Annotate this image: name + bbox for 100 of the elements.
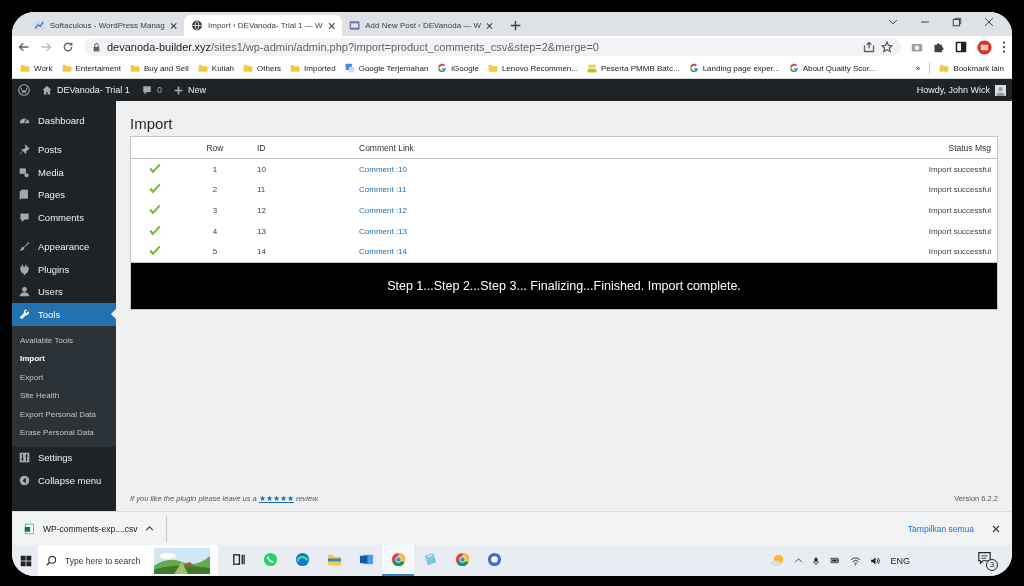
avatar-icon [995, 84, 1006, 96]
comment-link[interactable]: Comment :11 [359, 185, 407, 195]
chevron-up-icon [794, 556, 804, 565]
site-name-link[interactable]: DEVanoda- Trial 1 [42, 85, 130, 95]
language-indicator[interactable]: ENG [890, 555, 910, 566]
menu-item[interactable]: Media [12, 161, 116, 184]
menu-item[interactable]: Settings [12, 446, 116, 469]
address-field[interactable]: devanoda-builder.xyz/sites1/wp-admin/admin.php?import=product_comments_csv&step=2&merge=0 [84, 38, 901, 56]
folder-icon [61, 63, 72, 73]
download-item[interactable]: WP-comments-exp....csv [43, 523, 138, 534]
search-field[interactable]: Type here to search [38, 545, 218, 576]
comment-link[interactable]: Comment :10 [359, 164, 408, 174]
wordpress-logo-icon [18, 84, 30, 96]
table-cell: 11 [251, 179, 353, 201]
media-icon [19, 166, 30, 178]
bookmark[interactable]: iGoogle [437, 63, 479, 73]
user-icon [19, 286, 30, 298]
home-icon [42, 85, 52, 95]
table-cell: Import successful [657, 158, 998, 180]
more-bookmarks-button[interactable]: » [915, 63, 921, 73]
notepad-icon [422, 552, 438, 567]
browser-tab[interactable]: Import ‹ DEVanoda- Trial 1 — W [184, 15, 342, 36]
bookmark[interactable]: Peserta PMMB Batc... [586, 63, 680, 73]
menu-item[interactable]: Tools [12, 303, 116, 326]
share-icon [863, 41, 875, 53]
bookmark[interactable]: About Quality Scor... [788, 63, 876, 73]
menu-item[interactable]: Appearance [12, 235, 116, 258]
ring-icon [454, 552, 470, 567]
folder-icon [197, 63, 208, 73]
bookmark[interactable]: Entertaiment [61, 63, 121, 73]
bookmark[interactable]: Others [243, 63, 282, 73]
chat-bubble-icon [262, 552, 278, 567]
menu-item[interactable]: Comments [12, 206, 116, 229]
bookmark[interactable]: Landing page exper... [688, 63, 780, 73]
close-icon [992, 524, 1000, 533]
folder-icon [326, 552, 342, 567]
folder-icon [939, 63, 950, 73]
menu-item[interactable]: Users [12, 280, 116, 303]
table-cell: Import successful [657, 179, 998, 201]
menu-item[interactable]: Collapse menu [12, 469, 116, 492]
chevron-up-icon [145, 524, 155, 533]
table-cell: 13 [251, 220, 353, 242]
wave-circle-icon [294, 552, 310, 567]
comments-link[interactable]: 0 [141, 85, 162, 95]
submenu-item[interactable]: Export Personal Data [12, 405, 116, 424]
browser-tab[interactable]: Softaculous - WordPress Manag [26, 15, 184, 36]
comment-link[interactable]: Comment :12 [359, 206, 408, 215]
wifi-icon [850, 555, 862, 566]
back-icon [18, 41, 30, 53]
table-cell: 10 [251, 158, 353, 180]
page-title: Import [130, 115, 174, 132]
submenu-item[interactable]: Export [12, 368, 116, 387]
menu-item[interactable]: Posts [12, 138, 116, 161]
plug-icon [19, 263, 30, 275]
notification-button[interactable]: 3 [978, 550, 998, 571]
star-icon [881, 41, 893, 53]
bookmark[interactable]: Lenovo Recommen... [487, 63, 578, 73]
url-text: devanoda-builder.xyz/sites1/wp-admin/admin.php?import=product_comments_csv&step=2&merge=0 [107, 41, 599, 53]
menu-item[interactable]: Dashboard [12, 109, 116, 132]
bookmark-folder[interactable]: Bookmark lain [939, 63, 1004, 73]
submenu-item[interactable]: Erase Personal Data [12, 424, 116, 443]
comment-link[interactable]: Comment :14 [359, 247, 408, 257]
speech-bubble-icon [141, 85, 152, 95]
table-cell: 12 [251, 200, 353, 221]
translate-icon [344, 63, 355, 73]
table-cell: 1 [179, 158, 251, 180]
column-header: Comment Link [353, 136, 658, 159]
menu-item[interactable]: Pages [12, 183, 116, 206]
bookmark[interactable]: Work [20, 63, 53, 73]
bookmark[interactable]: Kuliah [197, 63, 235, 73]
speech-bubble-icon [19, 211, 30, 223]
message-icon [978, 550, 991, 564]
table-cell: 2 [179, 179, 251, 201]
bookmark[interactable]: Imported [290, 63, 336, 73]
battery-icon [829, 556, 842, 565]
restore-icon [952, 17, 962, 27]
show-all-link[interactable]: Tampilkan semua [907, 523, 974, 534]
new-content-link[interactable]: New [173, 85, 206, 95]
taskbar-app[interactable] [382, 545, 414, 576]
column-header: Row [179, 136, 251, 159]
table-cell: 5 [179, 241, 251, 263]
account-menu[interactable]: Howdy, John Wick [916, 84, 1006, 96]
close-icon [486, 21, 493, 30]
comment-link[interactable]: Comment :13 [359, 226, 408, 236]
submenu-item[interactable]: Import [12, 350, 116, 369]
table-cell: 4 [179, 220, 251, 242]
submenu-item[interactable]: Available Tools [12, 331, 116, 350]
page-icon [349, 19, 361, 32]
submenu-item[interactable]: Site Health [12, 387, 116, 406]
browser-tab[interactable]: Add New Post ‹ DEVanoda — W [342, 15, 500, 36]
bookmark[interactable]: Buy and Sell [129, 63, 189, 73]
people-icon [586, 63, 597, 73]
menu-item[interactable]: Plugins [12, 258, 116, 281]
table-cell: Import successful [657, 241, 998, 263]
close-icon [327, 21, 335, 30]
bookmark[interactable]: Google Terjemahan [344, 63, 429, 73]
new-tab-icon [510, 20, 521, 31]
close-icon [169, 21, 177, 30]
folder-icon [129, 63, 140, 73]
collapse-icon [19, 474, 30, 486]
